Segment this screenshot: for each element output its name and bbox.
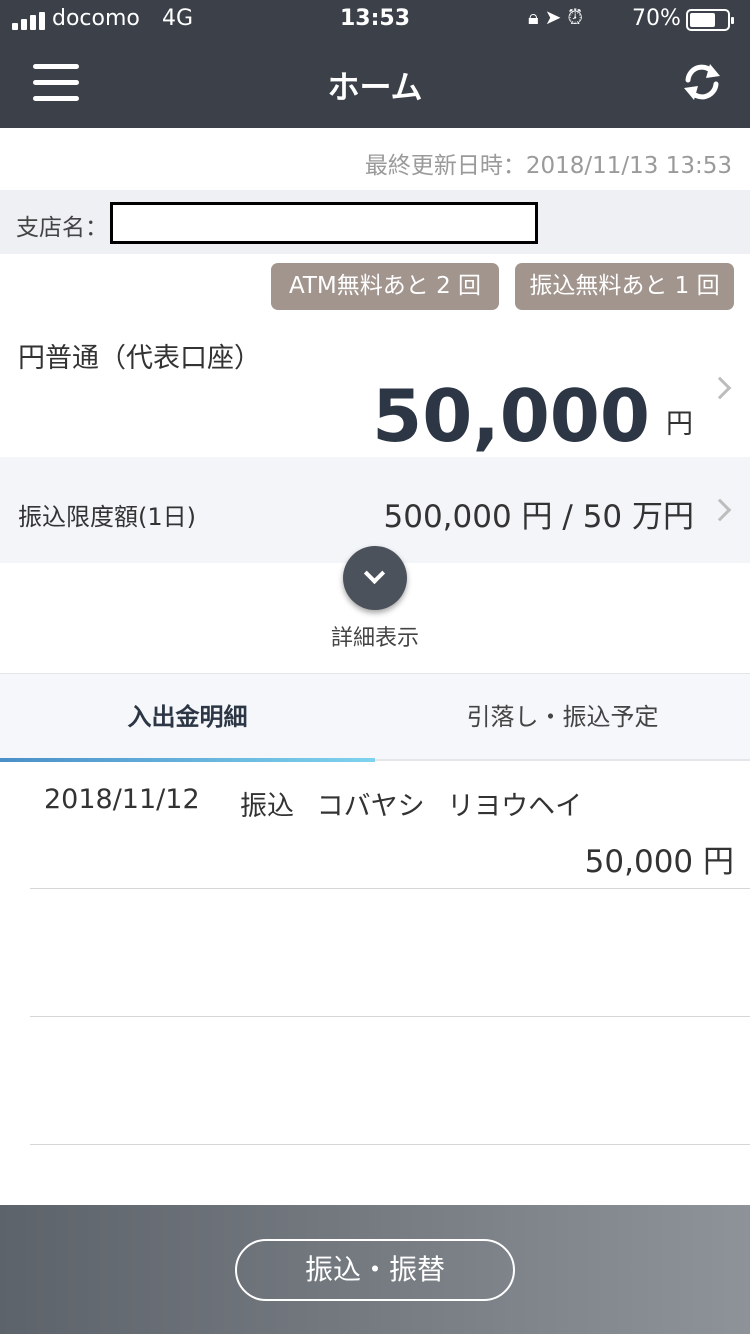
status-icons: 🔒︎➤⏰︎ xyxy=(528,5,589,29)
branch-label: 支店名： xyxy=(16,215,108,241)
tab-transactions[interactable]: 入出金明細 xyxy=(0,674,375,762)
page-title: ホーム xyxy=(327,68,423,106)
transfer-free-badge: 振込無料あと 1 回 xyxy=(515,263,734,310)
location-icon: ➤ xyxy=(544,5,568,29)
chevron-down-icon xyxy=(363,562,386,585)
battery-fill xyxy=(690,13,716,27)
branch-row: 支店名： xyxy=(0,190,750,254)
transaction-date: 2018/11/12 xyxy=(44,784,200,815)
app-header: docomo 4G 13:53 🔒︎➤⏰︎ 70% ホーム xyxy=(0,0,750,128)
orientation-lock-icon: 🔒︎ xyxy=(528,5,545,29)
status-bar: docomo 4G 13:53 🔒︎➤⏰︎ 70% xyxy=(0,0,750,40)
transfer-limit-label: 振込限度額(1日) xyxy=(18,503,196,531)
refresh-icon[interactable] xyxy=(680,58,724,106)
transaction-amount: 50,000 円 xyxy=(584,844,734,880)
list-divider xyxy=(30,1144,750,1145)
transaction-row[interactable]: 2018/11/12 振込 コバヤシ リヨウヘイ 50,000 円 xyxy=(0,762,750,888)
show-details-button[interactable] xyxy=(343,546,407,610)
account-chevron-icon[interactable] xyxy=(708,376,732,400)
bottom-action-bar: 振込・振替 xyxy=(0,1205,750,1334)
show-details-label: 詳細表示 xyxy=(330,626,419,651)
transaction-description: 振込 コバヤシ リヨウヘイ xyxy=(240,791,583,822)
balance-currency: 円 xyxy=(666,409,693,440)
transfer-limit-value: 500,000 円 / 50 万円 xyxy=(383,499,695,535)
account-balance[interactable]: 50,000 xyxy=(372,374,650,458)
battery-icon xyxy=(686,9,734,31)
tab-divider xyxy=(375,759,750,761)
last-updated-timestamp: 最終更新日時：2018/11/13 13:53 xyxy=(364,153,732,179)
history-tabs: 入出金明細 引落し・振込予定 xyxy=(0,673,750,761)
list-divider xyxy=(30,1016,750,1017)
battery-percent: 70% xyxy=(632,6,681,31)
transfer-button[interactable]: 振込・振替 xyxy=(235,1239,515,1301)
account-name: 円普通（代表口座） xyxy=(18,343,261,374)
alarm-icon: ⏰︎ xyxy=(567,5,590,29)
transfer-limit-chevron-icon[interactable] xyxy=(708,498,732,522)
branch-name-redacted xyxy=(110,202,538,244)
list-divider xyxy=(30,888,750,889)
tab-scheduled[interactable]: 引落し・振込予定 xyxy=(375,674,750,762)
atm-free-badge: ATM無料あと 2 回 xyxy=(271,263,499,310)
